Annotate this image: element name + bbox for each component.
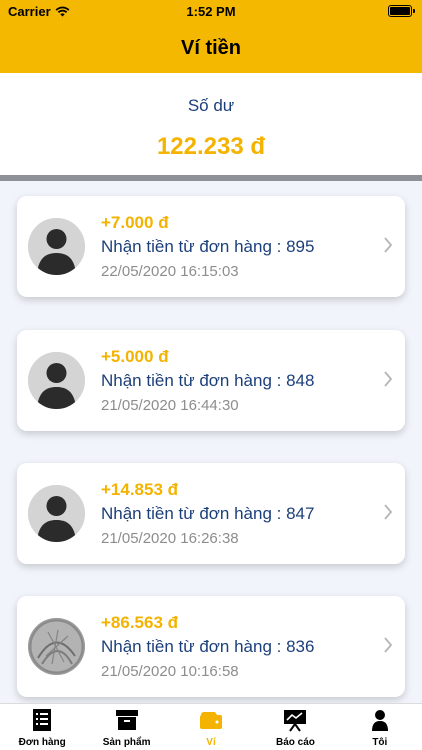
transaction-description: Nhận tiền từ đơn hàng : 848 (101, 371, 315, 390)
tab-toi[interactable]: Tôi (338, 704, 422, 750)
transaction-amount: +14.853 đ (101, 480, 179, 499)
user-avatar (28, 352, 85, 409)
wallet-icon (200, 712, 223, 729)
transaction-datetime: 21/05/2020 16:26:38 (101, 530, 239, 547)
box-icon (115, 710, 138, 730)
tab-label: Báo cáo (275, 737, 315, 748)
transaction-card[interactable]: +7.000 đ Nhận tiền từ đơn hàng : 895 22/… (17, 196, 405, 297)
transaction-description: Nhận tiền từ đơn hàng : 847 (101, 504, 315, 523)
transaction-card[interactable]: +86.563 đ Nhận tiền từ đơn hàng : 836 21… (17, 596, 405, 697)
user-avatar (28, 485, 85, 542)
status-time: 1:52 PM (186, 4, 236, 19)
balance-value: 122.233 đ (156, 133, 266, 160)
presentation-chart-icon (284, 710, 307, 732)
chevron-right-icon (384, 237, 393, 253)
chevron-right-icon (384, 371, 393, 387)
battery-icon (388, 5, 415, 17)
tab-bar: Đơn hàng Sản phẩm Ví Báo cáo Tôi (0, 703, 422, 750)
chevron-right-icon (384, 504, 393, 520)
transaction-amount: +86.563 đ (101, 613, 179, 632)
balance-label: Số dư (187, 96, 235, 115)
transaction-description: Nhận tiền từ đơn hàng : 836 (101, 637, 315, 656)
transaction-datetime: 22/05/2020 16:15:03 (101, 263, 239, 280)
tab-bao-cao[interactable]: Báo cáo (253, 704, 337, 750)
transaction-datetime: 21/05/2020 16:44:30 (101, 397, 239, 414)
transaction-card[interactable]: +5.000 đ Nhận tiền từ đơn hàng : 848 21/… (17, 330, 405, 431)
transaction-card[interactable]: +14.853 đ Nhận tiền từ đơn hàng : 847 21… (17, 463, 405, 564)
chevron-right-icon (384, 637, 393, 653)
tab-san-pham[interactable]: Sản phẩm (84, 704, 168, 750)
nav-header: Carrier 1:52 PM Ví tiền (0, 0, 422, 73)
user-avatar (28, 218, 85, 275)
person-icon (371, 710, 388, 731)
tab-label: Đơn hàng (18, 737, 66, 748)
tab-label: Ví (206, 737, 216, 748)
tab-label: Sản phẩm (102, 737, 151, 748)
photo-avatar (28, 618, 85, 675)
transaction-datetime: 21/05/2020 10:16:58 (101, 663, 239, 680)
page-title: Ví tiền (180, 37, 241, 59)
tab-don-hang[interactable]: Đơn hàng (0, 704, 84, 750)
transaction-amount: +7.000 đ (101, 213, 169, 232)
tab-vi[interactable]: Ví (169, 704, 253, 750)
tab-label: Tôi (372, 737, 388, 748)
transaction-list[interactable]: +7.000 đ Nhận tiền từ đơn hàng : 895 22/… (0, 181, 422, 703)
balance-panel: Số dư 122.233 đ (0, 73, 422, 176)
status-bar: Carrier 1:52 PM (0, 0, 422, 24)
transaction-description: Nhận tiền từ đơn hàng : 895 (101, 237, 315, 256)
transaction-amount: +5.000 đ (101, 347, 169, 366)
document-list-icon (33, 709, 52, 731)
